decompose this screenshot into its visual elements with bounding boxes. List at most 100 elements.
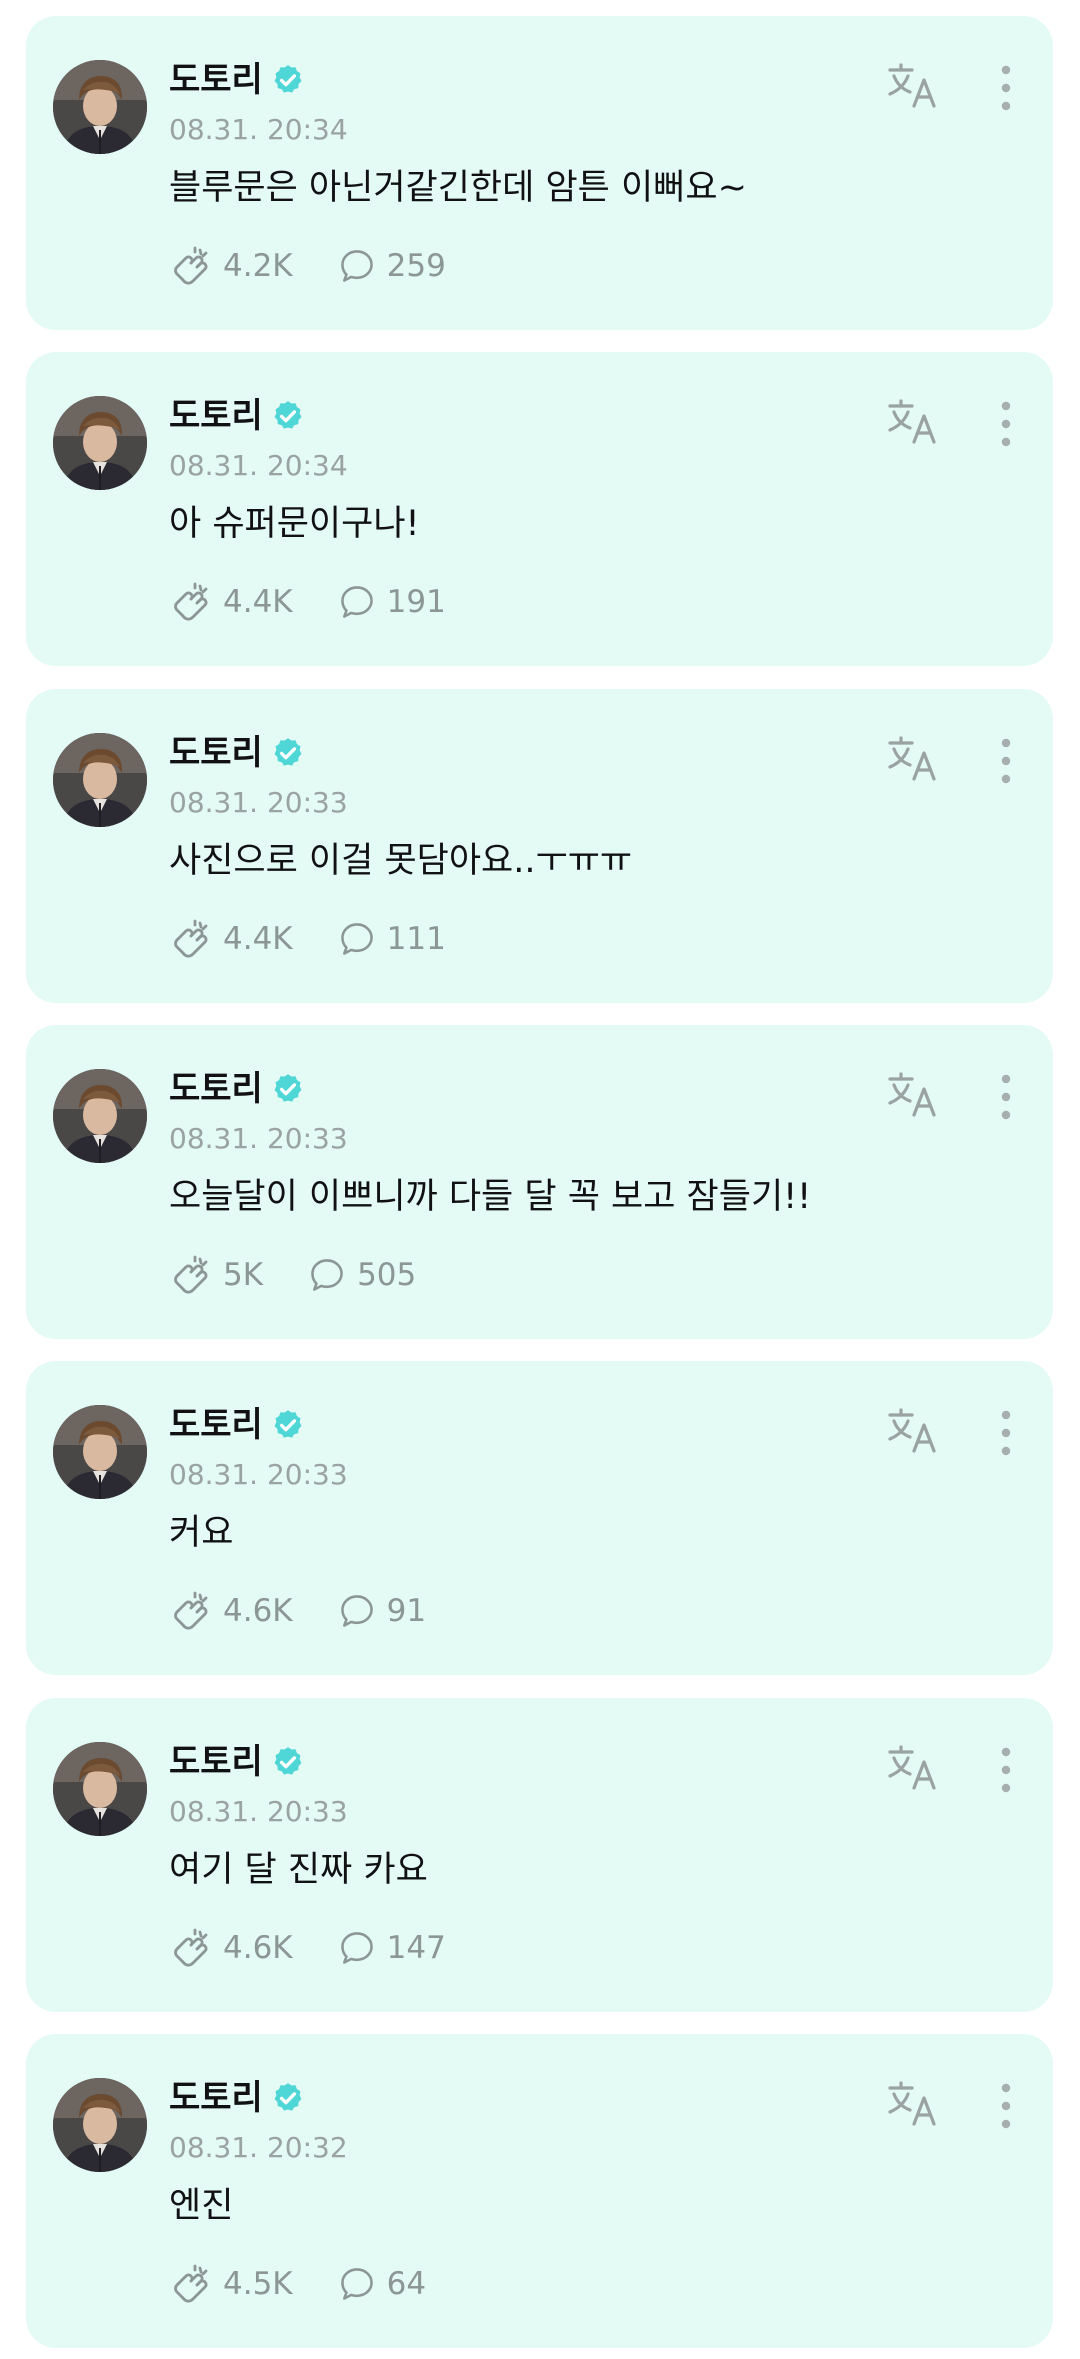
cheer-count: 4.5K bbox=[223, 2266, 293, 2302]
comment-button[interactable]: 191 bbox=[337, 582, 446, 622]
cheer-button[interactable]: 4.6K bbox=[169, 1926, 293, 1970]
author-name: 도토리 bbox=[169, 60, 263, 100]
author-avatar[interactable] bbox=[53, 60, 147, 154]
comment-bubble-icon bbox=[337, 1591, 387, 1631]
cheer-count: 4.6K bbox=[223, 1930, 293, 1966]
cheer-button[interactable]: 4.4K bbox=[169, 917, 293, 961]
translate-button[interactable] bbox=[884, 2080, 944, 2136]
translate-icon bbox=[884, 396, 944, 456]
post-card[interactable]: 도토리 08.31. 20:33 사진으로 이걸 못담아요..ㅜㅠㅠ 4.4K 111 bbox=[26, 689, 1053, 1003]
more-vertical-icon bbox=[986, 733, 1026, 793]
author-avatar[interactable] bbox=[53, 733, 147, 827]
cheer-hand-icon bbox=[169, 2262, 223, 2306]
more-options-button[interactable] bbox=[986, 2080, 1026, 2136]
cheer-count: 4.2K bbox=[223, 248, 293, 284]
cheer-hand-icon bbox=[169, 1253, 223, 1297]
post-stats: 4.5K 64 bbox=[169, 2260, 470, 2308]
comment-count: 91 bbox=[386, 1593, 427, 1629]
cheer-button[interactable]: 5K bbox=[169, 1253, 263, 1297]
more-options-button[interactable] bbox=[986, 1071, 1026, 1127]
author-name-row[interactable]: 도토리 bbox=[169, 1067, 305, 1111]
cheer-button[interactable]: 4.5K bbox=[169, 2262, 293, 2306]
verified-badge-icon bbox=[271, 2081, 305, 2115]
cheer-hand-icon bbox=[169, 917, 223, 961]
translate-button[interactable] bbox=[884, 398, 944, 454]
author-name-row[interactable]: 도토리 bbox=[169, 731, 305, 775]
post-card[interactable]: 도토리 08.31. 20:34 블루문은 아닌거같긴한데 암튼 이뻐요~ 4.2K 2… bbox=[26, 16, 1053, 330]
author-name-row[interactable]: 도토리 bbox=[169, 394, 305, 438]
post-text[interactable]: 커요 bbox=[169, 1509, 233, 1557]
comment-count: 111 bbox=[386, 921, 446, 957]
cheer-button[interactable]: 4.4K bbox=[169, 580, 293, 624]
author-name: 도토리 bbox=[169, 733, 263, 773]
translate-button[interactable] bbox=[884, 735, 944, 791]
author-avatar[interactable] bbox=[53, 1742, 147, 1836]
translate-button[interactable] bbox=[884, 1744, 944, 1800]
post-stats: 4.2K 259 bbox=[169, 242, 490, 290]
comment-bubble-icon bbox=[337, 919, 387, 959]
cheer-hand-icon bbox=[169, 1589, 223, 1633]
post-text[interactable]: 아 슈퍼문이구나! bbox=[169, 500, 420, 548]
comment-button[interactable]: 91 bbox=[337, 1591, 426, 1631]
verified-badge-icon bbox=[271, 1408, 305, 1442]
post-text[interactable]: 오늘달이 이쁘니까 다들 달 꼭 보고 잠들기!! bbox=[169, 1173, 811, 1221]
verified-badge-icon bbox=[271, 63, 305, 97]
post-text[interactable]: 사진으로 이걸 못담아요..ㅜㅠㅠ bbox=[169, 837, 632, 885]
cheer-button[interactable]: 4.2K bbox=[169, 244, 293, 288]
author-name: 도토리 bbox=[169, 1742, 263, 1782]
post-text[interactable]: 여기 달 진짜 카요 bbox=[169, 1846, 428, 1894]
post-stats: 4.6K 147 bbox=[169, 1924, 490, 1972]
post-stats: 4.4K 191 bbox=[169, 578, 490, 626]
comment-bubble-icon bbox=[337, 2264, 387, 2304]
post-stats: 4.4K 111 bbox=[169, 915, 490, 963]
author-avatar[interactable] bbox=[53, 396, 147, 490]
comment-count: 259 bbox=[386, 248, 446, 284]
post-card[interactable]: 도토리 08.31. 20:33 커요 4.6K 91 bbox=[26, 1361, 1053, 1675]
translate-button[interactable] bbox=[884, 62, 944, 118]
author-name: 도토리 bbox=[169, 1069, 263, 1109]
translate-button[interactable] bbox=[884, 1071, 944, 1127]
author-name-row[interactable]: 도토리 bbox=[169, 58, 305, 102]
post-text[interactable]: 블루문은 아닌거같긴한데 암튼 이뻐요~ bbox=[169, 164, 747, 212]
post-text[interactable]: 엔진 bbox=[169, 2182, 233, 2230]
author-avatar[interactable] bbox=[53, 1069, 147, 1163]
post-stats: 5K 505 bbox=[169, 1251, 460, 1299]
author-name-row[interactable]: 도토리 bbox=[169, 1403, 305, 1447]
post-card[interactable]: 도토리 08.31. 20:34 아 슈퍼문이구나! 4.4K 191 bbox=[26, 352, 1053, 666]
author-name-row[interactable]: 도토리 bbox=[169, 1740, 305, 1784]
comment-button[interactable]: 147 bbox=[337, 1928, 446, 1968]
author-name-row[interactable]: 도토리 bbox=[169, 2076, 305, 2120]
more-options-button[interactable] bbox=[986, 398, 1026, 454]
post-timestamp: 08.31. 20:33 bbox=[169, 1795, 348, 1828]
cheer-hand-icon bbox=[169, 244, 223, 288]
post-timestamp: 08.31. 20:33 bbox=[169, 786, 348, 819]
more-options-button[interactable] bbox=[986, 1407, 1026, 1463]
comment-bubble-icon bbox=[307, 1255, 357, 1295]
comment-button[interactable]: 505 bbox=[307, 1255, 416, 1295]
translate-icon bbox=[884, 1405, 944, 1465]
comment-count: 64 bbox=[386, 2266, 427, 2302]
cheer-button[interactable]: 4.6K bbox=[169, 1589, 293, 1633]
verified-badge-icon bbox=[271, 399, 305, 433]
post-card[interactable]: 도토리 08.31. 20:33 여기 달 진짜 카요 4.6K 147 bbox=[26, 1698, 1053, 2012]
cheer-hand-icon bbox=[169, 1926, 223, 1970]
more-options-button[interactable] bbox=[986, 735, 1026, 791]
post-card[interactable]: 도토리 08.31. 20:33 오늘달이 이쁘니까 다들 달 꼭 보고 잠들기!!… bbox=[26, 1025, 1053, 1339]
author-name: 도토리 bbox=[169, 2078, 263, 2118]
translate-icon bbox=[884, 733, 944, 793]
translate-icon bbox=[884, 1069, 944, 1129]
more-vertical-icon bbox=[986, 1405, 1026, 1465]
author-avatar[interactable] bbox=[53, 1405, 147, 1499]
translate-button[interactable] bbox=[884, 1407, 944, 1463]
author-avatar[interactable] bbox=[53, 2078, 147, 2172]
more-options-button[interactable] bbox=[986, 1744, 1026, 1800]
translate-icon bbox=[884, 2078, 944, 2138]
comment-button[interactable]: 259 bbox=[337, 246, 446, 286]
more-vertical-icon bbox=[986, 1742, 1026, 1802]
comment-button[interactable]: 64 bbox=[337, 2264, 426, 2304]
more-vertical-icon bbox=[986, 1069, 1026, 1129]
post-card[interactable]: 도토리 08.31. 20:32 엔진 4.5K 64 bbox=[26, 2034, 1053, 2348]
post-timestamp: 08.31. 20:32 bbox=[169, 2131, 348, 2164]
comment-button[interactable]: 111 bbox=[337, 919, 446, 959]
more-options-button[interactable] bbox=[986, 62, 1026, 118]
